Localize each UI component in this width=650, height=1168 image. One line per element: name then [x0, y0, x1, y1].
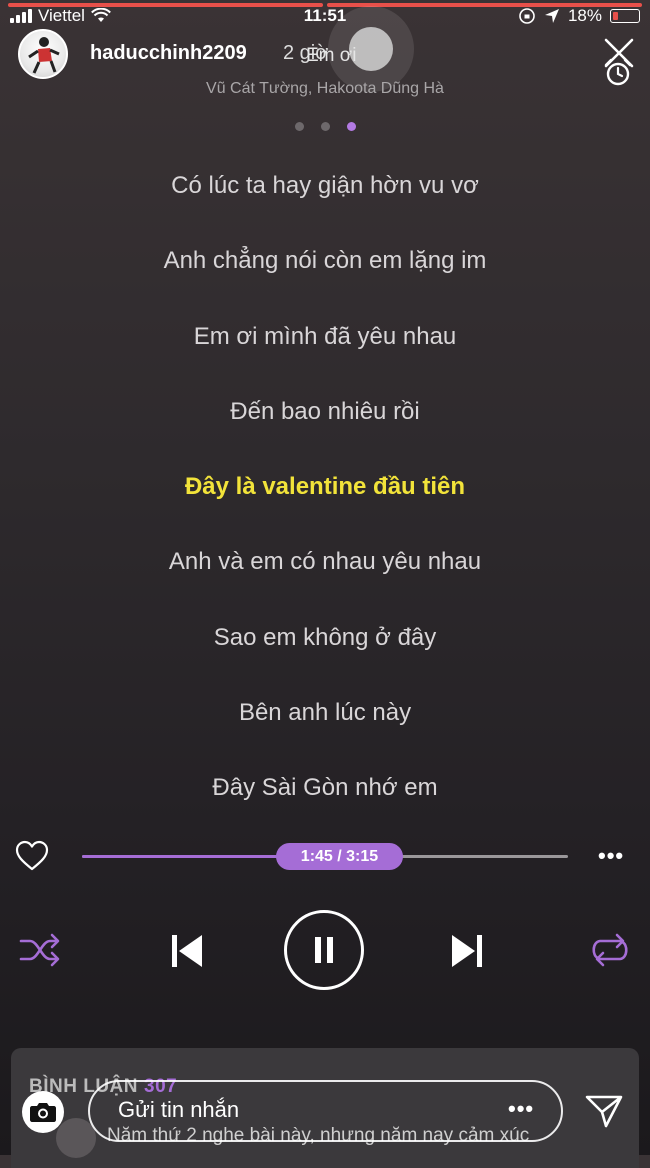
lyrics-list: Có lúc ta hay giận hờn vu vơ Anh chẳng n… [0, 170, 650, 848]
song-title: Em ơi [306, 45, 357, 66]
next-track-icon[interactable] [446, 931, 486, 971]
pause-button[interactable] [284, 910, 364, 990]
shuffle-icon[interactable] [18, 930, 62, 970]
page-dot-active [346, 122, 356, 131]
status-bar: Viettel 11:51 18% [0, 4, 650, 30]
lyric-line: Có lúc ta hay giận hờn vu vơ [171, 172, 479, 199]
more-options-button[interactable]: ••• [598, 845, 632, 867]
lyric-line: Đến bao nhiêu rồi [230, 397, 420, 425]
send-icon[interactable] [584, 1092, 624, 1130]
lyric-line: Anh và em có nhau yêu nhau [168, 548, 482, 576]
heart-icon[interactable] [14, 838, 50, 874]
orientation-lock-icon [519, 8, 535, 24]
lyric-line-current: Đây là valentine đầu tiên [184, 473, 466, 501]
song-artist: Vũ Cát Tường, Hakoota Dũng Hà [206, 80, 444, 97]
battery-icon [610, 9, 640, 23]
status-right: 18% [518, 6, 640, 26]
location-icon [544, 9, 559, 23]
battery-percent: 18% [567, 6, 602, 25]
page-dot [320, 122, 330, 131]
message-input-placeholder: Gửi tin nhắn [118, 1097, 240, 1122]
lyric-line: Anh chẳng nói còn em lặng im [163, 247, 487, 275]
avatar[interactable] [18, 29, 68, 79]
message-more-button[interactable]: ••• [508, 1096, 534, 1122]
lyric-line: Em ơi mình đã yêu nhau [193, 322, 457, 350]
previous-track-icon[interactable] [168, 931, 208, 971]
lyric-line: Sao em không ở đây [213, 623, 437, 651]
page-dot [294, 122, 304, 131]
lyric-line: Đây Sài Gòn nhớ em [212, 774, 438, 802]
playback-time[interactable]: 1:45 / 3:15 [276, 843, 403, 870]
lyric-line: Bên anh lúc này [238, 699, 412, 727]
story-username[interactable]: haducchinh2209 [90, 42, 247, 65]
page-indicator [0, 122, 650, 131]
camera-button[interactable] [22, 1091, 64, 1133]
camera-icon [30, 1103, 56, 1122]
repeat-icon[interactable] [588, 930, 632, 970]
pause-icon [315, 937, 333, 963]
